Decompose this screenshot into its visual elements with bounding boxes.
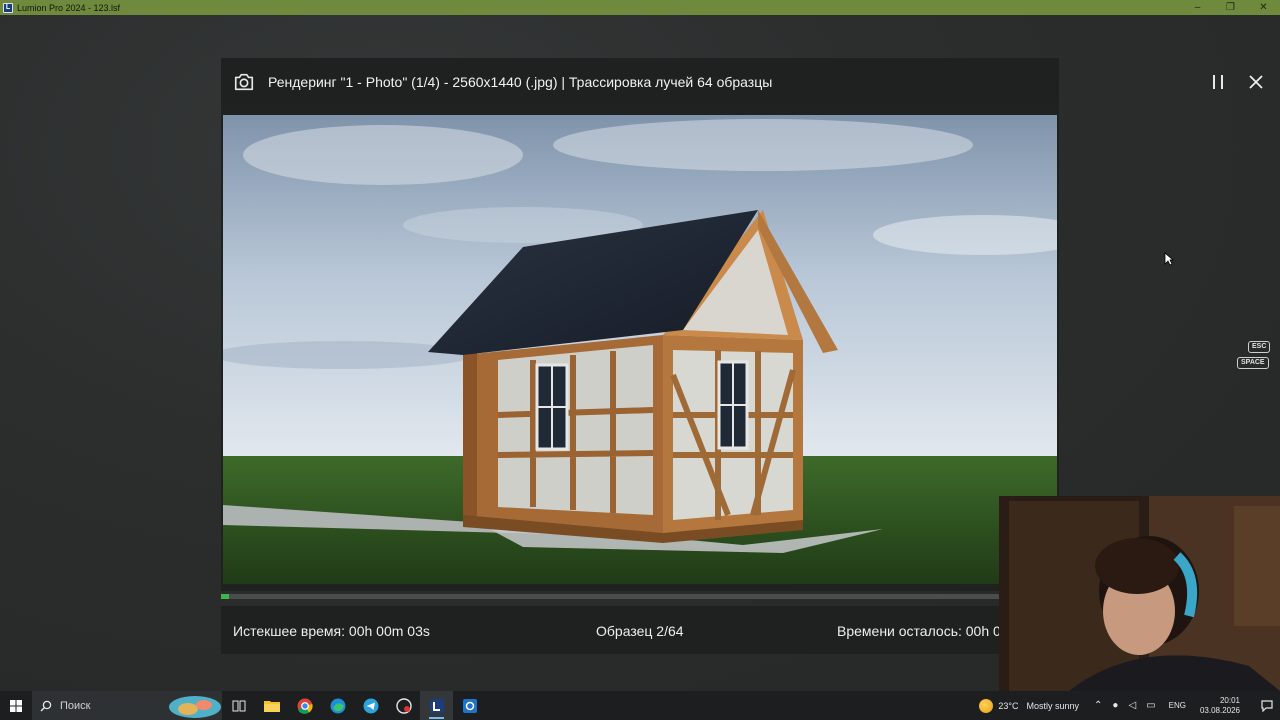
window-controls: – ❐ ✕ (1181, 0, 1280, 15)
volume-icon[interactable]: ◁ (1128, 700, 1136, 711)
elapsed-time: Истекшее время: 00h 00m 03s (233, 623, 430, 639)
app-icon (395, 697, 412, 714)
clock-date: 03.08.2026 (1199, 705, 1240, 715)
blue-app-button[interactable] (453, 691, 486, 720)
taskbar: Поиск 23°C Mostly sunny ⌃ ● ◁ ▭ ENG 20:0… (0, 691, 1280, 720)
search-placeholder: Поиск (60, 699, 91, 712)
chevron-up-icon[interactable]: ⌃ (1094, 700, 1102, 711)
close-window-button[interactable]: ✕ (1247, 0, 1280, 15)
remaining-time: Времени осталось: 00h 0 (837, 623, 1001, 639)
close-icon (1249, 75, 1263, 89)
render-progress-fill (221, 594, 229, 599)
edge-button[interactable] (321, 691, 354, 720)
pause-button[interactable] (1205, 70, 1231, 94)
lumion-taskbar-button[interactable] (420, 691, 453, 720)
edge-icon (330, 698, 345, 713)
chrome-button[interactable] (288, 691, 321, 720)
render-status-bar: Истекшее время: 00h 00m 03s Образец 2/64… (221, 606, 1059, 654)
sample-counter: Образец 2/64 (596, 623, 684, 639)
chrome-icon (297, 698, 313, 714)
render-preview-image (223, 115, 1057, 584)
render-title: Рендеринг "1 - Photo" (1/4) - 2560x1440 … (268, 73, 773, 90)
webcam-overlay (999, 496, 1280, 691)
window-titlebar: L Lumion Pro 2024 - 123.lsf – ❐ ✕ (0, 0, 1280, 15)
microphone-icon[interactable]: ● (1112, 700, 1118, 711)
lumion-icon (429, 698, 444, 713)
notification-icon (1261, 699, 1273, 712)
system-tray: 23°C Mostly sunny ⌃ ● ◁ ▭ ENG 20:01 03.0… (979, 691, 1280, 720)
pause-icon (1213, 75, 1215, 89)
clock-time: 20:01 (1219, 695, 1240, 705)
render-dialog-header: Рендеринг "1 - Photo" (1/4) - 2560x1440 … (221, 58, 1263, 105)
restore-button[interactable]: ❐ (1214, 0, 1247, 15)
sun-icon (979, 698, 994, 713)
weather-description: Mostly sunny (1026, 700, 1080, 711)
telegram-icon (363, 698, 378, 713)
windows-logo-icon (10, 699, 22, 712)
render-progress-bar (221, 594, 1059, 599)
app-blue-icon (462, 698, 477, 713)
lumion-app-icon: L (3, 2, 13, 13)
window-title: Lumion Pro 2024 - 123.lsf (17, 2, 121, 13)
space-key-hint: SPACE (1237, 357, 1269, 369)
clock[interactable]: 20:01 03.08.2026 (1200, 696, 1240, 716)
task-view-icon (232, 700, 245, 711)
weather-widget[interactable]: 23°C Mostly sunny (979, 698, 1080, 713)
close-render-button[interactable] (1243, 69, 1269, 95)
minimize-button[interactable]: – (1181, 0, 1214, 15)
keyboard-icon[interactable]: ▭ (1146, 700, 1155, 711)
task-view-button[interactable] (222, 691, 255, 720)
search-icon (40, 700, 52, 711)
telegram-button[interactable] (354, 691, 387, 720)
taskbar-search[interactable]: Поиск (32, 691, 222, 720)
esc-key-hint: ESC (1248, 341, 1271, 353)
file-explorer-button[interactable] (255, 691, 288, 720)
file-explorer-icon (263, 701, 280, 712)
language-indicator[interactable]: ENG (1169, 701, 1186, 710)
weather-temperature: 23°C (998, 700, 1019, 711)
start-button[interactable] (0, 691, 32, 720)
render-preview-frame (221, 105, 1059, 591)
recorder-button[interactable] (387, 691, 420, 720)
notifications-button[interactable] (1254, 699, 1280, 712)
mouse-cursor-icon (1164, 252, 1174, 266)
search-highlight-art-icon (169, 695, 221, 718)
camera-icon (234, 73, 254, 90)
